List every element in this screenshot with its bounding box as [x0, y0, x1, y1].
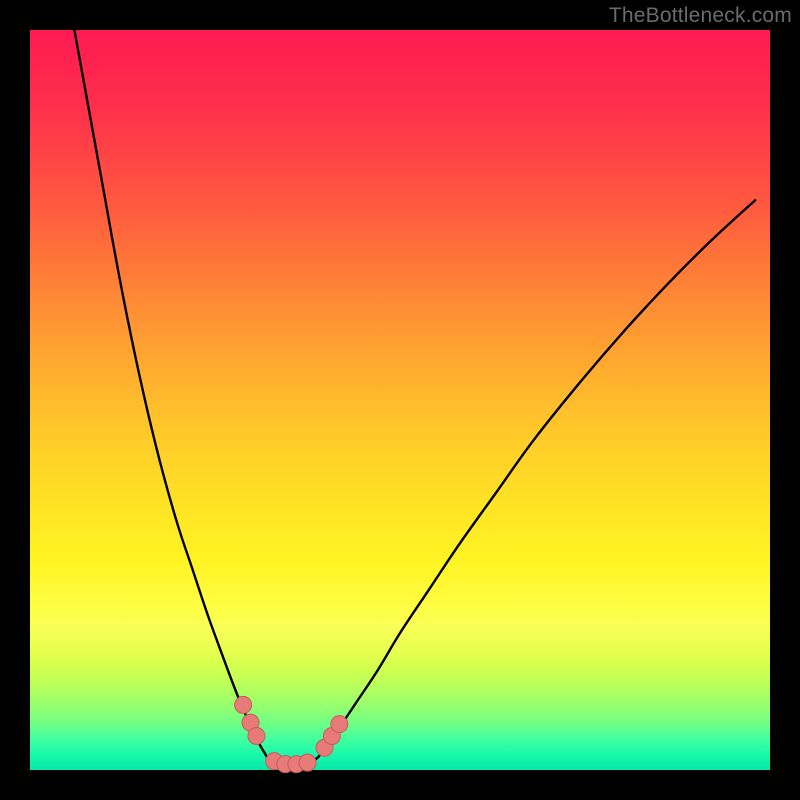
outer-frame: TheBottleneck.com	[0, 0, 800, 800]
curve-group	[74, 30, 755, 766]
data-marker	[299, 754, 316, 771]
marker-group	[235, 696, 348, 772]
curve-left-branch	[74, 30, 266, 757]
chart-svg	[30, 30, 770, 770]
data-marker	[331, 716, 348, 733]
data-marker	[235, 696, 252, 713]
data-marker	[248, 727, 265, 744]
curve-right-branch	[319, 200, 756, 756]
watermark-text: TheBottleneck.com	[609, 4, 792, 28]
